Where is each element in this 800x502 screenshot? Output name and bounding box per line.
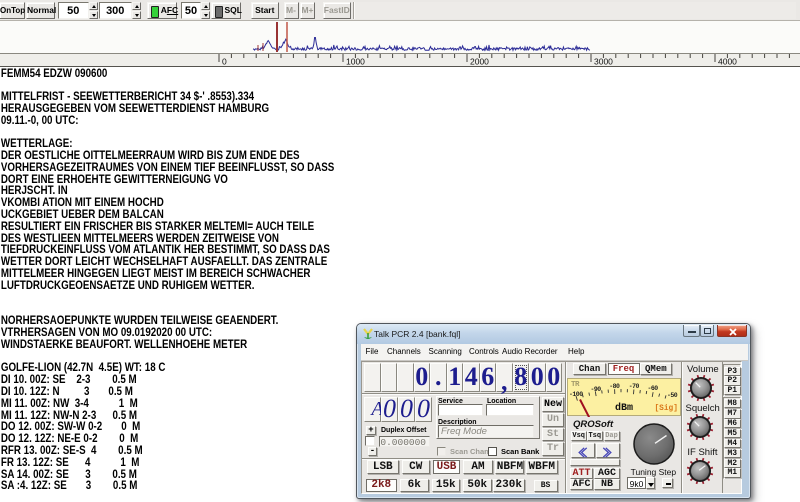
svg-text:0: 0 [222,57,227,67]
